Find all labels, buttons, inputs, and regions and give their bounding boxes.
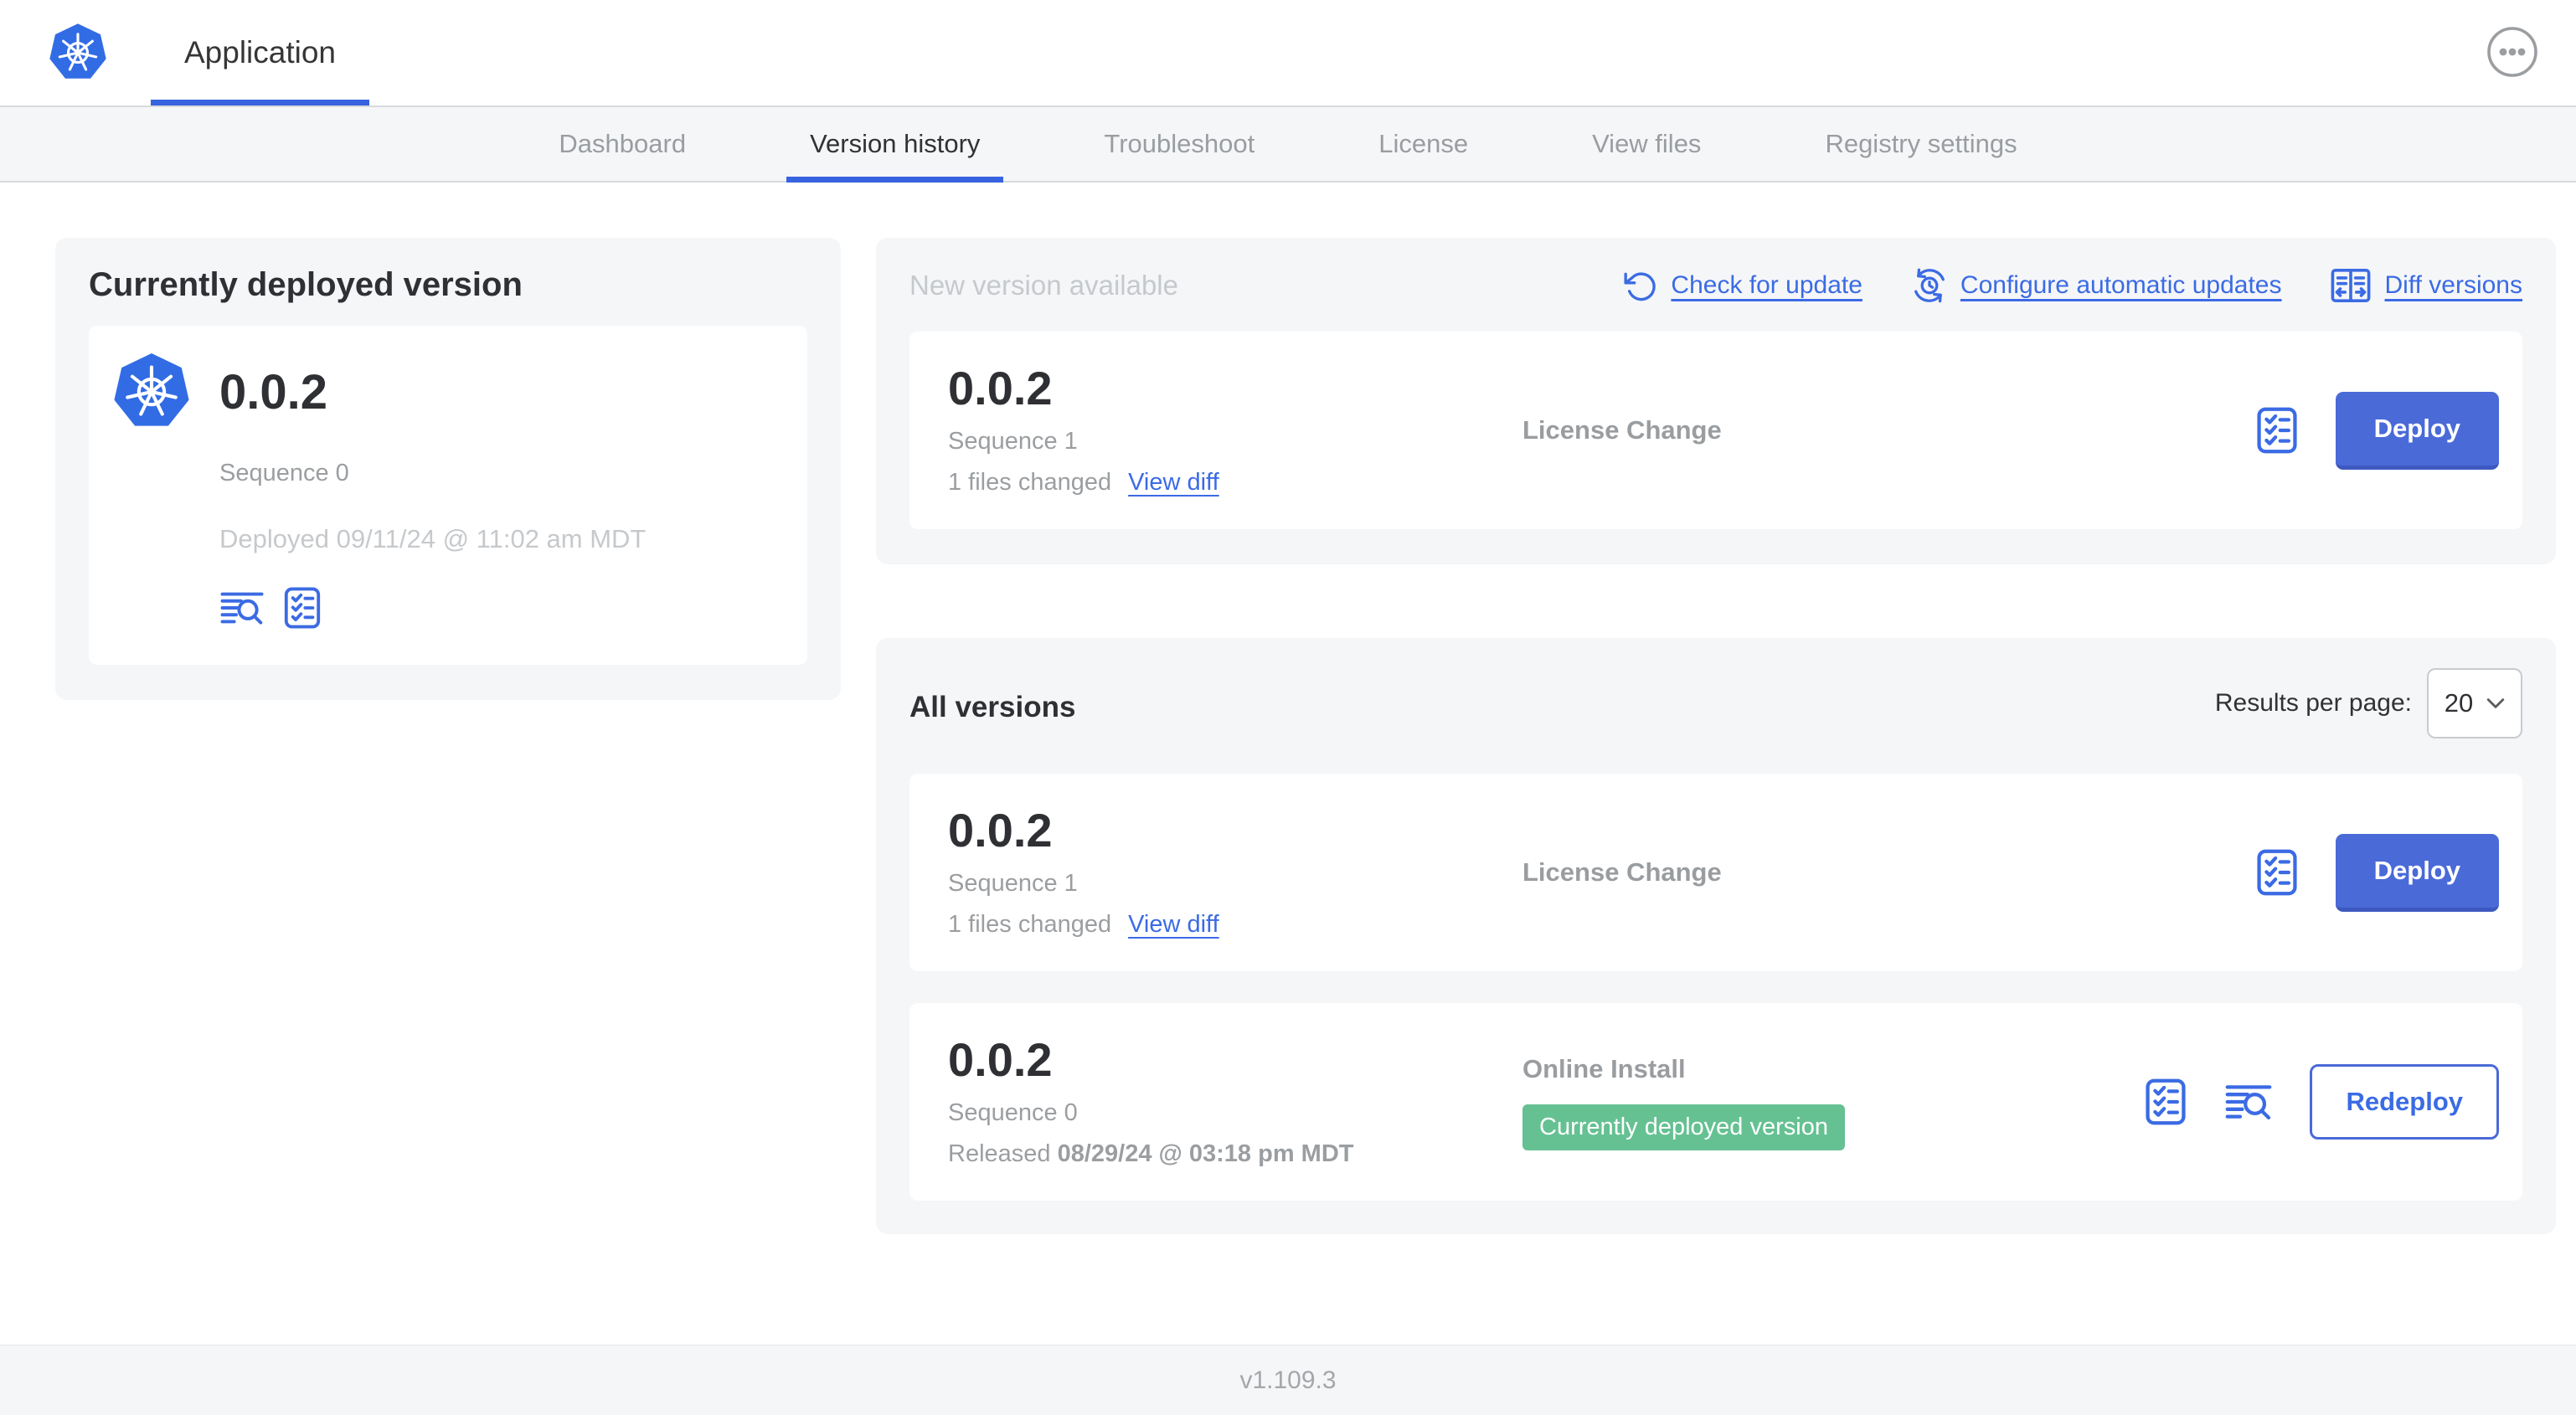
row-released-timestamp: Released 08/29/24 @ 03:18 pm MDT	[948, 1140, 1354, 1168]
app-title: Application	[184, 35, 337, 69]
deployed-sequence: Sequence 0	[219, 460, 349, 486]
row-sequence: Sequence 1	[948, 870, 1078, 898]
row-version-number: 0.0.2	[948, 803, 1053, 857]
row-version-number: 0.0.2	[948, 1032, 1053, 1086]
deployed-version-number: 0.0.2	[219, 364, 327, 419]
deploy-button[interactable]: Deploy	[2335, 833, 2499, 912]
app-header: Application	[0, 0, 2576, 105]
preflight-checks-icon[interactable]	[2255, 406, 2299, 455]
main-content: Currently deployed version 0.0.2 Sequenc…	[0, 183, 2576, 1234]
currently-deployed-title: Currently deployed version	[89, 266, 523, 303]
view-logs-icon[interactable]	[2224, 1080, 2273, 1124]
version-row: 0.0.2 Sequence 1 1 files changed View di…	[909, 774, 2522, 971]
view-diff-link[interactable]: View diff	[1128, 911, 1219, 939]
check-for-update-link[interactable]: Check for update	[1623, 268, 1862, 303]
new-version-title: New version available	[909, 270, 1178, 301]
preflight-checks-icon[interactable]	[2255, 848, 2299, 897]
row-sequence: Sequence 0	[948, 1099, 1078, 1127]
row-source-label: License Change	[1522, 415, 1722, 445]
version-row: 0.0.2 Sequence 0 Released 08/29/24 @ 03:…	[909, 1003, 2522, 1201]
preflight-checks-icon[interactable]	[283, 586, 322, 630]
new-version-panel: New version available Check for update C…	[876, 238, 2556, 564]
overflow-menu-button[interactable]	[2486, 25, 2539, 79]
ellipsis-icon	[2487, 27, 2537, 77]
all-versions-title: All versions	[909, 691, 1076, 723]
currently-deployed-badge: Currently deployed version	[1522, 1104, 1845, 1150]
row-files-changed: 1 files changed	[948, 469, 1112, 497]
kubernetes-app-icon	[114, 352, 189, 426]
results-per-page-label: Results per page:	[2214, 689, 2412, 717]
redeploy-button[interactable]: Redeploy	[2310, 1064, 2499, 1140]
results-per-page-select[interactable]: 20	[2427, 668, 2522, 738]
right-column: New version available Check for update C…	[876, 238, 2556, 1234]
diff-versions-link[interactable]: Diff versions	[2330, 266, 2522, 305]
tab-troubleshoot[interactable]: Troubleshoot	[1042, 107, 1316, 181]
currently-deployed-card: 0.0.2 Sequence 0 Deployed 09/11/24 @ 11:…	[89, 326, 807, 665]
row-source-label: License Change	[1522, 857, 1722, 887]
preflight-checks-icon[interactable]	[2144, 1078, 2187, 1126]
view-diff-link[interactable]: View diff	[1128, 469, 1219, 497]
tab-license[interactable]: License	[1316, 107, 1530, 181]
view-logs-icon[interactable]	[219, 588, 265, 628]
diff-icon	[2331, 269, 2371, 302]
configure-automatic-updates-link[interactable]: Configure automatic updates	[1911, 267, 2281, 304]
deployed-timestamp: Deployed 09/11/24 @ 11:02 am MDT	[219, 524, 647, 553]
chevron-down-icon	[2487, 698, 2505, 708]
row-sequence: Sequence 1	[948, 428, 1078, 455]
tab-view-files[interactable]: View files	[1530, 107, 1763, 181]
row-version-number: 0.0.2	[948, 361, 1053, 414]
app-footer: v1.109.3	[0, 1345, 2576, 1415]
tab-dashboard[interactable]: Dashboard	[497, 107, 748, 181]
kubernetes-logo-icon	[49, 23, 106, 79]
app-tab-application[interactable]: Application	[151, 0, 370, 105]
new-version-row: 0.0.2 Sequence 1 1 files changed View di…	[909, 332, 2522, 529]
tab-registry-settings[interactable]: Registry settings	[1763, 107, 2079, 181]
all-versions-panel: All versions Results per page: 20 0.0.2	[876, 638, 2556, 1234]
version-subnav: Dashboard Version history Troubleshoot L…	[0, 105, 2576, 183]
schedule-update-icon	[1914, 268, 1945, 303]
deploy-button[interactable]: Deploy	[2335, 391, 2499, 470]
row-files-changed: 1 files changed	[948, 911, 1112, 939]
refresh-icon	[1624, 272, 1656, 301]
console-version: v1.109.3	[1239, 1366, 1337, 1394]
currently-deployed-panel: Currently deployed version 0.0.2 Sequenc…	[55, 238, 841, 700]
tab-version-history[interactable]: Version history	[748, 107, 1042, 183]
row-source-label: Online Install	[1522, 1053, 1686, 1083]
